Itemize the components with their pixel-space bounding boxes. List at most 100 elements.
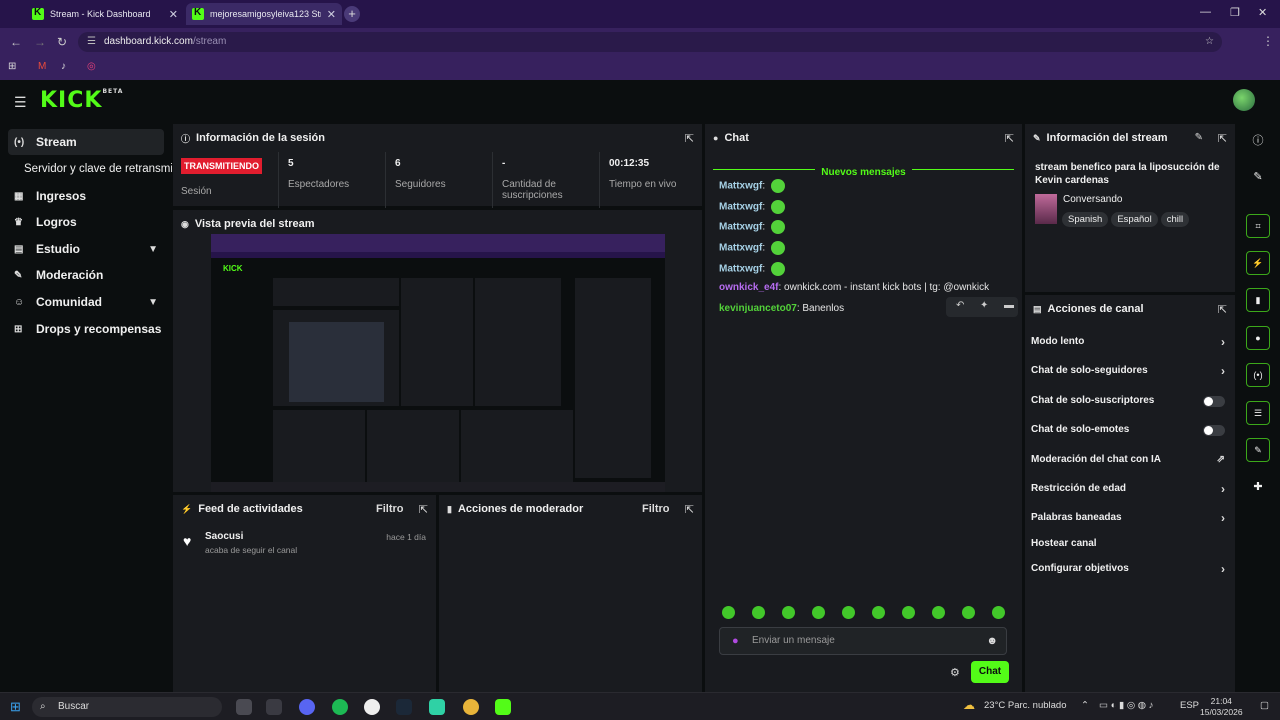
sidebar-item-logros[interactable]: ♛ Logros	[8, 209, 164, 235]
pin-icon[interactable]: ✦	[980, 300, 988, 311]
popout-icon[interactable]: ⇱	[685, 132, 694, 145]
emote-icon[interactable]	[902, 606, 915, 619]
stream-video[interactable]: KICK	[211, 234, 665, 492]
weather-text[interactable]: 23°C Parc. nublado	[984, 700, 1067, 711]
task-view-icon[interactable]	[236, 699, 252, 715]
bookmark-star-icon[interactable]: ☆	[1205, 32, 1214, 52]
emote-icon[interactable]	[812, 606, 825, 619]
filter-button[interactable]: Filtro	[376, 503, 404, 515]
clock[interactable]: 21:04 15/03/2026	[1200, 696, 1243, 718]
url-field[interactable]: ☰ dashboard.kick.com/stream ☆	[78, 32, 1222, 52]
browser-tab-stream[interactable]: mejoresamigosyleiva123 Stream ✕	[186, 3, 342, 25]
studio-icon: ▤	[14, 243, 24, 255]
language-indicator[interactable]: ESP	[1180, 700, 1199, 711]
emote-icon[interactable]	[722, 606, 735, 619]
close-tab-icon[interactable]: ✕	[327, 8, 336, 21]
popout-icon[interactable]: ⇱	[685, 503, 694, 516]
app-icon[interactable]	[364, 699, 380, 715]
action-banned-words[interactable]: Palabras baneadas ›	[1031, 507, 1229, 529]
apps-grid-icon[interactable]: ⊞	[8, 61, 16, 72]
emote-icon[interactable]	[752, 606, 765, 619]
category-name[interactable]: Conversando	[1063, 194, 1122, 205]
instagram-icon[interactable]: ◎	[87, 61, 96, 72]
new-tab-button[interactable]: +	[344, 6, 360, 22]
sidebar-item-comunidad[interactable]: ☺ Comunidad ▼	[8, 289, 164, 315]
back-icon[interactable]: ←	[10, 35, 22, 49]
close-window-button[interactable]: ✕	[1258, 6, 1267, 19]
action-host-channel[interactable]: Hostear canal	[1031, 533, 1229, 555]
menu-icon[interactable]: ☰	[14, 94, 27, 111]
emote-icon[interactable]	[962, 606, 975, 619]
chat-input[interactable]: ● Enviar un mensaje ☻	[719, 627, 1007, 655]
steam-icon[interactable]	[396, 699, 412, 715]
chevron-up-icon[interactable]: ⌃	[1081, 700, 1089, 711]
close-tab-icon[interactable]: ✕	[169, 8, 178, 21]
tag[interactable]: Spanish	[1062, 212, 1109, 227]
sidebar-item-moderacion[interactable]: ✎ Moderación	[8, 262, 164, 288]
emote-icon[interactable]	[872, 606, 885, 619]
popout-icon[interactable]: ⇱	[419, 503, 428, 516]
info-icon[interactable]: ⓘ	[1246, 130, 1270, 154]
action-configure-goals[interactable]: Configurar objetivos ›	[1031, 558, 1229, 580]
pen-app-icon[interactable]	[266, 699, 282, 715]
action-followers-only[interactable]: Chat de solo-seguidores ›	[1031, 360, 1229, 382]
tiktok-icon[interactable]: ♪	[61, 61, 66, 72]
action-ai-moderation[interactable]: Moderación del chat con IA ⇗	[1031, 449, 1229, 471]
emoji-picker-icon[interactable]: ☻	[986, 628, 998, 654]
bolt-icon[interactable]: ⚡	[1246, 251, 1270, 275]
wrench-icon[interactable]: ✎	[1246, 438, 1270, 462]
subscribers-only-toggle[interactable]	[1203, 396, 1225, 407]
tag[interactable]: chill	[1160, 212, 1190, 227]
sidebar-item-estudio[interactable]: ▤ Estudio ▼	[8, 236, 164, 262]
discord-icon[interactable]	[299, 699, 315, 715]
popout-icon[interactable]: ⇱	[1005, 132, 1014, 145]
popout-icon[interactable]: ⇱	[1218, 303, 1227, 316]
user-avatar[interactable]	[1233, 89, 1255, 111]
sidebar-item-drops[interactable]: ⊞ Drops y recompensas	[8, 316, 164, 342]
gmail-icon[interactable]: M	[38, 61, 46, 72]
action-age-restriction[interactable]: Restricción de edad ›	[1031, 478, 1229, 500]
kick-app-icon[interactable]	[495, 699, 511, 715]
forward-icon[interactable]: →	[34, 35, 46, 49]
sidebar-item-stream[interactable]: (•) Stream	[8, 129, 164, 155]
chat-bubble-icon[interactable]: ●	[1246, 326, 1270, 350]
gear-icon[interactable]: ⚙	[950, 666, 960, 679]
windows-start-icon[interactable]: ⊞	[10, 699, 21, 715]
emote-icon[interactable]	[932, 606, 945, 619]
tag[interactable]: Español	[1111, 212, 1158, 227]
popout-icon[interactable]: ⇱	[1218, 132, 1227, 145]
edit-icon[interactable]: ✎	[1195, 132, 1203, 143]
chrome-icon[interactable]	[463, 699, 479, 715]
sidebar-item-ingresos[interactable]: ▦ Ingresos	[8, 183, 164, 209]
emote-icon[interactable]	[992, 606, 1005, 619]
server-icon[interactable]: ☰	[1246, 401, 1270, 425]
edit-icon[interactable]: ✎	[1246, 166, 1270, 190]
emote-icon[interactable]	[782, 606, 795, 619]
clip-icon[interactable]: ⌗	[1246, 214, 1270, 238]
kick-logo[interactable]: KICKBETA	[40, 88, 123, 113]
clipboard-icon[interactable]: ▮	[1246, 288, 1270, 312]
action-slow-mode[interactable]: Modo lento ›	[1031, 331, 1229, 353]
app-icon[interactable]	[429, 699, 445, 715]
taskbar-search[interactable]: ⌕ Buscar	[32, 697, 222, 717]
emotes-only-toggle[interactable]	[1203, 425, 1225, 436]
reply-icon[interactable]: ↶	[956, 300, 964, 311]
browser-menu-icon[interactable]: ⋮	[1262, 34, 1274, 48]
sidebar-item-server-key[interactable]: Servidor y clave de retransmisión	[8, 156, 172, 182]
add-action-icon[interactable]: ✚	[1246, 476, 1270, 500]
site-settings-icon[interactable]: ☰	[87, 32, 96, 52]
reload-icon[interactable]: ↻	[57, 35, 67, 49]
emote-icon[interactable]	[842, 606, 855, 619]
send-chat-button[interactable]: Chat	[971, 661, 1009, 683]
minimize-button[interactable]: —	[1200, 6, 1211, 18]
maximize-button[interactable]: ❐	[1230, 6, 1240, 19]
microphone-icon[interactable]: ●	[732, 628, 739, 654]
delete-icon[interactable]: ▬	[1004, 300, 1014, 311]
broadcast-icon[interactable]: (•)	[1246, 363, 1270, 387]
url-host: dashboard.kick.com	[104, 36, 193, 47]
tray-icons[interactable]: ▭ ◐ ▮ ◎ ◍ ♪	[1099, 700, 1153, 711]
browser-tab-dashboard[interactable]: Stream - Kick Dashboard ✕	[26, 3, 184, 25]
filter-button[interactable]: Filtro	[642, 503, 670, 515]
notification-icon[interactable]: ▢	[1260, 700, 1269, 711]
spotify-icon[interactable]	[332, 699, 348, 715]
